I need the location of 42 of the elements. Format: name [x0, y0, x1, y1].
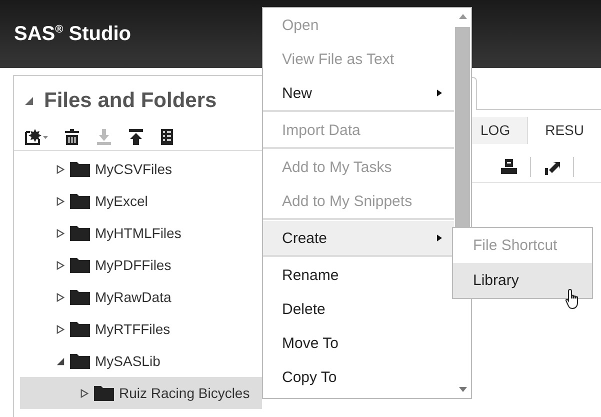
menu-item[interactable]: Copy To	[263, 360, 454, 394]
tree-item[interactable]: MyCSVFiles	[20, 153, 262, 185]
expand-arrow-icon[interactable]	[56, 260, 65, 270]
app-title: SAS$^{®}$ Studio	[14, 22, 131, 46]
scroll-up-icon[interactable]	[458, 14, 466, 19]
collapse-arrow-icon[interactable]	[56, 356, 65, 366]
folder-icon	[70, 161, 90, 177]
menu-item[interactable]: Rename	[263, 258, 454, 292]
tree-item[interactable]: MyPDFFiles	[20, 249, 262, 281]
menu-item[interactable]: Create	[263, 221, 454, 257]
tree-item[interactable]: MyRawData	[20, 281, 262, 313]
folder-icon	[70, 353, 90, 369]
panel-title: Files and Folders	[44, 89, 217, 113]
tree-item[interactable]: MyRTFFiles	[20, 313, 262, 345]
menu-item[interactable]: Library	[453, 263, 592, 298]
new-folder-icon[interactable]	[24, 128, 48, 146]
trash-icon[interactable]	[64, 128, 80, 146]
menu-item[interactable]: Move To	[263, 326, 454, 360]
folder-icon	[94, 385, 114, 401]
expand-arrow-icon[interactable]	[56, 164, 65, 174]
expand-arrow-icon[interactable]	[56, 196, 65, 206]
upload-icon[interactable]	[128, 128, 144, 146]
download-icon	[96, 128, 112, 146]
menu-item[interactable]: Delete	[263, 292, 454, 326]
folder-icon	[70, 321, 90, 337]
submenu-arrow-icon	[437, 234, 442, 242]
expand-arrow-icon[interactable]	[56, 228, 65, 238]
scroll-down-icon[interactable]	[458, 387, 466, 392]
tree-item[interactable]: Ruiz Racing Bicycles	[20, 377, 262, 409]
tree-item[interactable]: MyHTMLFiles	[20, 217, 262, 249]
collapse-arrow-icon[interactable]	[24, 96, 34, 106]
expand-arrow-icon[interactable]	[56, 292, 65, 302]
folder-icon	[70, 289, 90, 305]
folder-icon	[70, 225, 90, 241]
tree-item[interactable]: MyExcel	[20, 185, 262, 217]
printer-icon[interactable]	[500, 158, 518, 176]
tree-item[interactable]: MySASLib	[20, 345, 262, 377]
folder-icon	[70, 257, 90, 273]
properties-icon[interactable]	[160, 128, 174, 146]
folder-icon	[70, 193, 90, 209]
expand-arrow-icon[interactable]	[56, 324, 65, 334]
submenu-arrow-icon	[437, 89, 442, 97]
